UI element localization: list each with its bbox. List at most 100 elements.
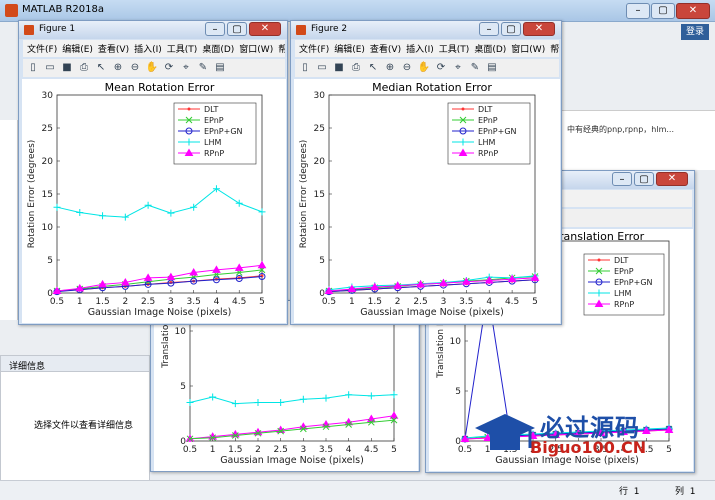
zoom-out-icon[interactable]: ⊖ bbox=[400, 61, 414, 75]
x-tick-label: 1 bbox=[210, 445, 216, 455]
insert-colorbar-icon[interactable]: ▤ bbox=[485, 61, 499, 75]
fig1-maximize-button[interactable]: ▢ bbox=[227, 22, 247, 36]
y-tick-label: 0 bbox=[180, 437, 186, 447]
legend-entry-EPnP: EPnP bbox=[204, 116, 224, 125]
fig1-menu-view[interactable]: 查看(V) bbox=[98, 42, 129, 55]
current-folder-panel[interactable] bbox=[0, 120, 18, 320]
y-tick-label: 10 bbox=[42, 223, 54, 233]
y-tick-label: 0 bbox=[319, 289, 325, 299]
minimize-button[interactable]: – bbox=[626, 3, 650, 19]
matlab-titlebar: MATLAB R2018a – ▢ ✕ bbox=[0, 0, 715, 22]
fig2-close-button[interactable]: ✕ bbox=[523, 22, 555, 36]
fig2-menu-view[interactable]: 查看(V) bbox=[370, 42, 401, 55]
details-panel: 详细信息 选择文件以查看详细信息 bbox=[0, 355, 150, 495]
chart-translation-left: 0.5 1 1.5 2 2.5 3 3.5 4 4.5 5Gaussian Image Noise… bbox=[161, 220, 399, 466]
fig2-menu-help[interactable]: 帮助(H) bbox=[550, 42, 559, 55]
row-label: 行 bbox=[619, 487, 629, 497]
fig2-menu-tools[interactable]: 工具(T) bbox=[439, 42, 470, 55]
figure-1-toolbar: ▯ ▭ ■ ⎙ ↖ ⊕ ⊖ ✋ ⟳ ⌖ ✎ ▤ bbox=[23, 59, 285, 77]
x-axis-label: Gaussian Image Noise (pixels) bbox=[360, 307, 504, 318]
new-file-icon[interactable]: ▯ bbox=[26, 61, 40, 75]
figure-2-menubar: 文件(F) 编辑(E) 查看(V) 插入(I) 工具(T) 桌面(D) 窗口(W… bbox=[295, 40, 559, 57]
row-indicator: 行 1 bbox=[619, 484, 639, 497]
watermark-subtext: Biguo100.CN bbox=[530, 438, 647, 457]
chart-title: Translation Error bbox=[553, 230, 645, 243]
x-tick-label: 2.5 bbox=[413, 297, 427, 307]
fig1-menu-help[interactable]: 帮助(H) bbox=[278, 42, 285, 55]
y-tick-label: 10 bbox=[314, 223, 326, 233]
fig2-minimize-button[interactable]: – bbox=[479, 22, 499, 36]
open-folder-icon[interactable]: ▭ bbox=[315, 61, 329, 75]
figure-1-title: Figure 1 bbox=[39, 24, 76, 34]
figure-window-3[interactable]: 0.5 1 1.5 2 2.5 3 3.5 4 4.5 5 Gaussian Image Noise… bbox=[150, 220, 420, 472]
fig1-menu-window[interactable]: 窗口(W) bbox=[239, 42, 273, 55]
x-tick-label: 4 bbox=[346, 445, 352, 455]
y-tick-label: 10 bbox=[450, 337, 462, 347]
open-folder-icon[interactable]: ▭ bbox=[43, 61, 57, 75]
zoom-in-icon[interactable]: ⊕ bbox=[383, 61, 397, 75]
print-icon[interactable]: ⎙ bbox=[349, 61, 363, 75]
command-window-strip[interactable] bbox=[560, 110, 715, 170]
save-icon[interactable]: ■ bbox=[60, 61, 74, 75]
fig2-menu-insert[interactable]: 插入(I) bbox=[406, 42, 434, 55]
fig1-close-button[interactable]: ✕ bbox=[249, 22, 281, 36]
legend-entry-EPnP+GN: EPnP+GN bbox=[204, 127, 243, 136]
fig2-maximize-button[interactable]: ▢ bbox=[501, 22, 521, 36]
fig2-menu-window[interactable]: 窗口(W) bbox=[511, 42, 545, 55]
fig4-maximize-button[interactable]: ▢ bbox=[634, 172, 654, 186]
fig1-menu-edit[interactable]: 编辑(E) bbox=[62, 42, 93, 55]
legend-marker-DLT bbox=[461, 107, 465, 111]
x-tick-label: 3 bbox=[168, 297, 174, 307]
brush-icon[interactable]: ✎ bbox=[196, 61, 210, 75]
login-button[interactable]: 登录 bbox=[681, 24, 709, 40]
col-value: 1 bbox=[689, 487, 696, 497]
figure-2-toolbar: ▯ ▭ ■ ⎙ ↖ ⊕ ⊖ ✋ ⟳ ⌖ ✎ ▤ bbox=[295, 59, 559, 77]
zoom-in-icon[interactable]: ⊕ bbox=[111, 61, 125, 75]
x-tick-label: 4 bbox=[486, 297, 492, 307]
fig2-menu-edit[interactable]: 编辑(E) bbox=[334, 42, 365, 55]
x-axis-label: Gaussian Image Noise (pixels) bbox=[88, 307, 232, 318]
col-indicator: 列 1 bbox=[675, 484, 695, 497]
y-tick-label: 20 bbox=[42, 157, 54, 167]
rotate-icon[interactable]: ⟳ bbox=[434, 61, 448, 75]
fig1-menu-insert[interactable]: 插入(I) bbox=[134, 42, 162, 55]
figure-1-titlebar: Figure 1 – ▢ ✕ bbox=[19, 21, 287, 39]
legend-entry-EPnP: EPnP bbox=[478, 116, 498, 125]
new-file-icon[interactable]: ▯ bbox=[298, 61, 312, 75]
x-tick-label: 5 bbox=[532, 297, 538, 307]
insert-colorbar-icon[interactable]: ▤ bbox=[213, 61, 227, 75]
figure-window-1[interactable]: Figure 1 – ▢ ✕ 文件(F) 编辑(E) 查看(V) 插入(I) 工… bbox=[18, 20, 288, 325]
fig2-menu-desktop[interactable]: 桌面(D) bbox=[474, 42, 506, 55]
maximize-button[interactable]: ▢ bbox=[651, 3, 675, 19]
x-tick-label: 1.5 bbox=[95, 297, 109, 307]
pointer-icon[interactable]: ↖ bbox=[94, 61, 108, 75]
fig1-menu-file[interactable]: 文件(F) bbox=[27, 42, 57, 55]
fig1-menu-desktop[interactable]: 桌面(D) bbox=[202, 42, 234, 55]
zoom-out-icon[interactable]: ⊖ bbox=[128, 61, 142, 75]
x-tick-label: 2.5 bbox=[274, 445, 288, 455]
pan-hand-icon[interactable]: ✋ bbox=[145, 61, 159, 75]
fig4-minimize-button[interactable]: – bbox=[612, 172, 632, 186]
x-tick-label: 2 bbox=[122, 297, 128, 307]
fig1-minimize-button[interactable]: – bbox=[205, 22, 225, 36]
y-tick-label: 25 bbox=[42, 124, 53, 134]
figure-window-2[interactable]: Figure 2 – ▢ ✕ 文件(F) 编辑(E) 查看(V) 插入(I) 工… bbox=[290, 20, 562, 325]
print-icon[interactable]: ⎙ bbox=[77, 61, 91, 75]
status-bar bbox=[0, 480, 715, 500]
pan-hand-icon[interactable]: ✋ bbox=[417, 61, 431, 75]
y-tick-label: 25 bbox=[314, 124, 325, 134]
data-cursor-icon[interactable]: ⌖ bbox=[179, 61, 193, 75]
fig4-close-button[interactable]: ✕ bbox=[656, 172, 688, 186]
close-button[interactable]: ✕ bbox=[676, 3, 710, 19]
data-cursor-icon[interactable]: ⌖ bbox=[451, 61, 465, 75]
chart-title: Median Rotation Error bbox=[372, 81, 492, 94]
brush-icon[interactable]: ✎ bbox=[468, 61, 482, 75]
figure-1-canvas: 0.5 1 1.5 2 2.5 3 3.5 4 4.5 5 Gaussian Image Noise… bbox=[22, 79, 286, 323]
col-label: 列 bbox=[675, 487, 685, 497]
fig2-menu-file[interactable]: 文件(F) bbox=[299, 42, 329, 55]
pointer-icon[interactable]: ↖ bbox=[366, 61, 380, 75]
fig1-menu-tools[interactable]: 工具(T) bbox=[167, 42, 198, 55]
save-icon[interactable]: ■ bbox=[332, 61, 346, 75]
rotate-icon[interactable]: ⟳ bbox=[162, 61, 176, 75]
x-tick-label: 1 bbox=[77, 297, 83, 307]
